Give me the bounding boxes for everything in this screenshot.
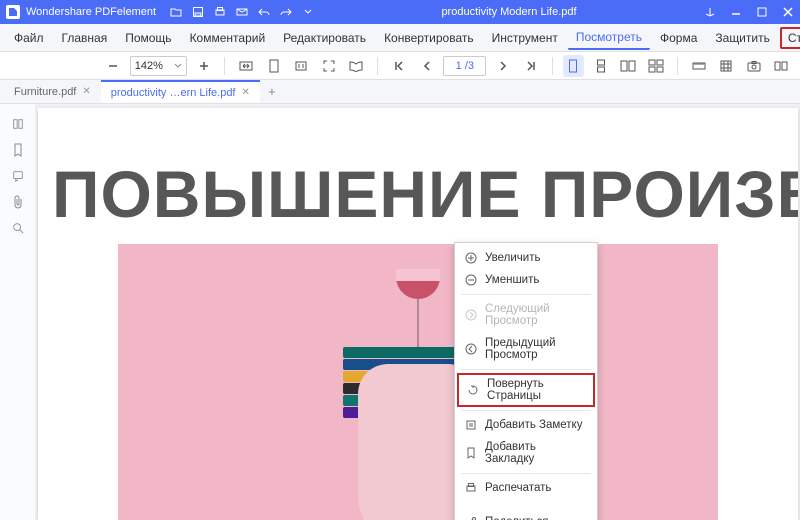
ruler-icon[interactable] [688, 55, 710, 77]
menu-file[interactable]: Файл [6, 27, 52, 49]
screenshot-icon[interactable] [743, 55, 765, 77]
menu-home[interactable]: Главная [54, 27, 116, 49]
two-page-cont-icon[interactable] [645, 55, 667, 77]
thumbnails-icon[interactable] [12, 118, 24, 130]
zoom-select[interactable]: 142% [130, 56, 187, 76]
ctx-prev-view[interactable]: Предыдущий Просмотр [455, 332, 597, 366]
printer-icon [465, 482, 477, 494]
single-page-icon[interactable] [563, 55, 585, 77]
close-tab-icon[interactable]: ✕ [82, 86, 90, 97]
redo-icon[interactable] [280, 6, 292, 18]
maximize-icon[interactable] [756, 6, 768, 18]
tab-productivity[interactable]: productivity …ern Life.pdf ✕ [101, 80, 260, 103]
canvas[interactable]: ПОВЫШЕНИЕ ПРОИЗВОДИТЕЛЬНОСТ Увеличить Ум… [36, 104, 800, 520]
ctx-rotate-pages[interactable]: Повернуть Страницы [457, 373, 595, 407]
min-alt-icon[interactable] [704, 6, 716, 18]
context-menu: Увеличить Уменшить Следующий Просмотр Пр… [454, 242, 598, 520]
ctx-zoom-out[interactable]: Уменшить [455, 269, 597, 291]
add-tab-button[interactable]: + [260, 80, 284, 103]
view-toolbar: 142% 1 /3 [0, 52, 800, 80]
tab-furniture[interactable]: Furniture.pdf ✕ [4, 80, 101, 103]
fullscreen-icon[interactable] [318, 55, 340, 77]
pdf-page: ПОВЫШЕНИЕ ПРОИЗВОДИТЕЛЬНОСТ [38, 108, 798, 520]
share-icon [465, 516, 477, 520]
ctx-add-bookmark[interactable]: Добавить Закладку [455, 436, 597, 470]
fit-page-icon[interactable] [263, 55, 285, 77]
fit-width-icon[interactable] [235, 55, 257, 77]
ctx-share[interactable]: Поделиться [455, 511, 597, 520]
actual-size-icon[interactable] [290, 55, 312, 77]
chevron-down-icon[interactable] [302, 6, 314, 18]
app-logo-icon [6, 5, 20, 19]
plus-circle-icon [465, 252, 477, 264]
menu-comment[interactable]: Комментарий [182, 27, 274, 49]
note-icon [465, 419, 477, 431]
attachments-icon[interactable] [12, 196, 24, 208]
menu-page[interactable]: Страница [780, 27, 800, 49]
titlebar: Wondershare PDFelement productivity Mode… [0, 0, 800, 24]
save-icon[interactable] [192, 6, 204, 18]
page-indicator[interactable]: 1 /3 [443, 56, 486, 76]
ctx-add-note[interactable]: Добавить Заметку [455, 414, 597, 436]
document-headline: ПОВЫШЕНИЕ ПРОИЗВОДИТЕЛЬНОСТ [38, 108, 798, 244]
bookmark-add-icon [465, 447, 477, 459]
workspace: ПОВЫШЕНИЕ ПРОИЗВОДИТЕЛЬНОСТ Увеличить Ум… [0, 104, 800, 520]
document-image [118, 244, 718, 520]
two-page-icon[interactable] [618, 55, 640, 77]
open-icon[interactable] [170, 6, 182, 18]
prev-page-icon[interactable] [416, 55, 438, 77]
left-sidebar [0, 104, 36, 520]
titlebar-quick-actions [170, 6, 314, 18]
document-title: productivity Modern Life.pdf [314, 6, 704, 18]
close-tab-icon[interactable]: ✕ [242, 87, 250, 98]
rotate-icon [467, 384, 479, 396]
mail-icon[interactable] [236, 6, 248, 18]
reading-mode-icon[interactable] [346, 55, 368, 77]
menu-tool[interactable]: Инструмент [484, 27, 566, 49]
ctx-print[interactable]: Распечатать [455, 477, 597, 499]
menu-form[interactable]: Форма [652, 27, 705, 49]
zoom-out-button[interactable] [102, 55, 124, 77]
ctx-next-view: Следующий Просмотр [455, 298, 597, 332]
bookmark-icon[interactable] [12, 144, 24, 156]
menubar: Файл Главная Помощь Комментарий Редактир… [0, 24, 800, 52]
arrow-right-circle-icon [465, 309, 477, 321]
minus-circle-icon [465, 274, 477, 286]
search-icon[interactable] [12, 222, 24, 234]
undo-icon[interactable] [258, 6, 270, 18]
compare-icon[interactable] [770, 55, 792, 77]
app-name: Wondershare PDFelement [26, 6, 156, 18]
next-page-icon[interactable] [492, 55, 514, 77]
minimize-icon[interactable] [730, 6, 742, 18]
arrow-left-circle-icon [465, 343, 477, 355]
menu-convert[interactable]: Конвертировать [376, 27, 482, 49]
menu-protect[interactable]: Защитить [707, 27, 777, 49]
grid-icon[interactable] [715, 55, 737, 77]
menu-edit[interactable]: Редактировать [275, 27, 374, 49]
zoom-in-button[interactable] [193, 55, 215, 77]
close-icon[interactable] [782, 6, 794, 18]
last-page-icon[interactable] [520, 55, 542, 77]
ctx-zoom-in[interactable]: Увеличить [455, 247, 597, 269]
menu-help[interactable]: Помощь [117, 27, 179, 49]
document-tabs: Furniture.pdf ✕ productivity …ern Life.p… [0, 80, 800, 104]
annotations-icon[interactable] [12, 170, 24, 182]
continuous-icon[interactable] [590, 55, 612, 77]
menu-view[interactable]: Посмотреть [568, 26, 650, 50]
first-page-icon[interactable] [388, 55, 410, 77]
print-icon[interactable] [214, 6, 226, 18]
